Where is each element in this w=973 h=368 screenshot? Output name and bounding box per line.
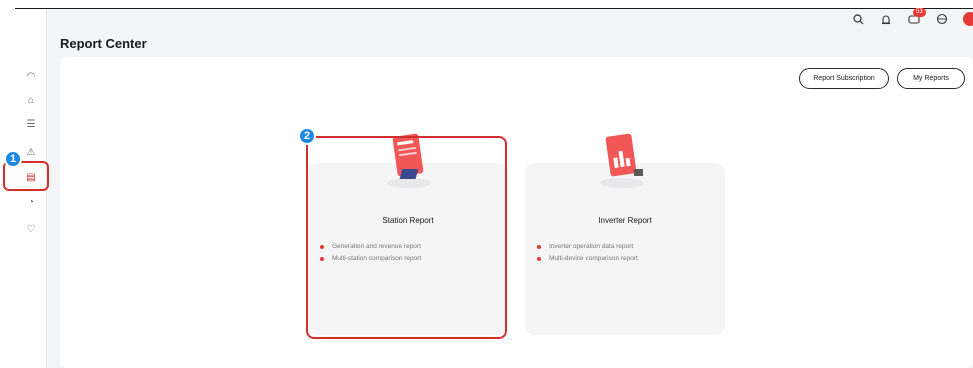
- bullet-dot: [537, 245, 541, 249]
- avatar[interactable]: [963, 12, 973, 26]
- globe-icon[interactable]: [935, 12, 949, 26]
- home-icon[interactable]: ⌂: [25, 94, 37, 106]
- highlight-station-card: [306, 136, 507, 339]
- alarm-nav-icon[interactable]: ⚠: [25, 146, 37, 158]
- alarm-icon[interactable]: [879, 12, 893, 26]
- top-icons: 53: [851, 8, 973, 27]
- list-item: Inverter operation data report: [537, 241, 638, 253]
- callout-badge: 1: [4, 150, 22, 168]
- page-title: Report Center: [60, 36, 147, 51]
- message-icon[interactable]: 53: [907, 8, 926, 26]
- dashboard-icon[interactable]: ◠: [25, 70, 37, 82]
- list-item: Multi-device comparison report: [537, 253, 638, 265]
- inverter-report-illustration: [600, 133, 644, 188]
- device-icon[interactable]: ☰: [25, 118, 37, 130]
- list-item-label: Multi-device comparison report: [549, 255, 638, 262]
- report-subscription-button[interactable]: Report Subscription: [799, 68, 889, 89]
- main-content: [60, 57, 973, 368]
- statistics-icon[interactable]: ◔: [25, 196, 37, 208]
- card-title: Inverter Report: [598, 216, 652, 225]
- top-bar: [48, 9, 973, 59]
- my-reports-button[interactable]: My Reports: [897, 68, 965, 89]
- bullet-dot: [537, 257, 541, 261]
- list-item-label: Inverter operation data report: [549, 243, 634, 250]
- notification-badge: 53: [913, 8, 926, 17]
- callout-badge: 2: [298, 127, 316, 145]
- search-icon[interactable]: [851, 12, 865, 26]
- card-feature-list: Inverter operation data report Multi-dev…: [537, 241, 638, 265]
- health-icon[interactable]: ♡: [25, 223, 37, 235]
